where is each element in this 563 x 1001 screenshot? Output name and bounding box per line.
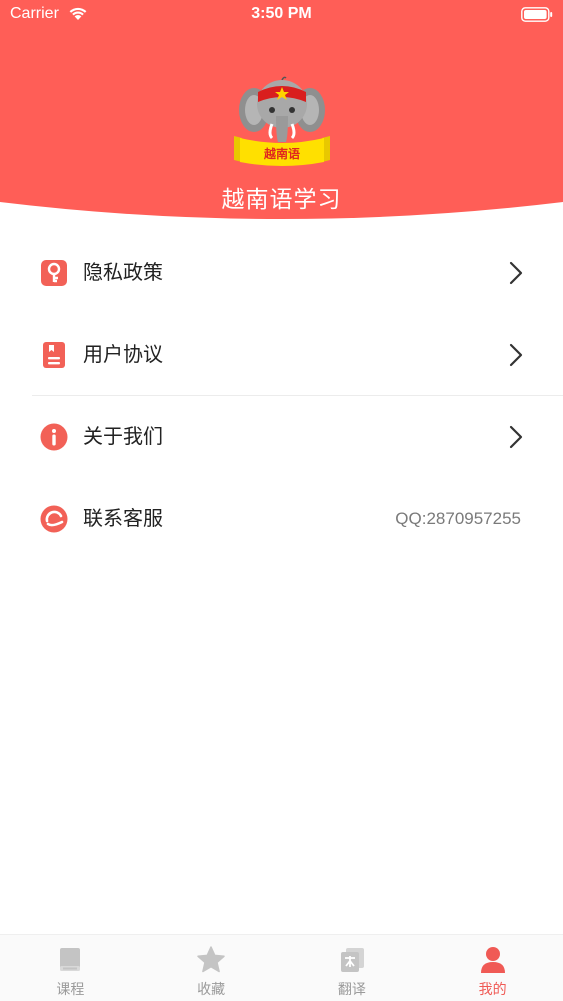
menu-item-privacy-policy[interactable]: 隐私政策 bbox=[0, 232, 563, 314]
qq-contact-value: QQ:2870957255 bbox=[395, 509, 521, 528]
tab-courses[interactable]: 课程 bbox=[0, 935, 141, 1001]
menu-item-user-agreement[interactable]: 用户协议 bbox=[0, 314, 563, 396]
translate-icon bbox=[340, 948, 364, 972]
tab-label: 课程 bbox=[56, 981, 85, 997]
status-bar: Carrier 3:50 PM bbox=[0, 0, 563, 30]
settings-menu: 隐私政策 用户协议 关于我们 联系客服 QQ:2870957255 bbox=[0, 232, 563, 560]
elephant-logo: 越南语 bbox=[234, 76, 330, 166]
tab-label: 我的 bbox=[478, 981, 507, 997]
menu-item-label: 用户协议 bbox=[83, 344, 163, 366]
tab-favorites[interactable]: 收藏 bbox=[141, 935, 282, 1001]
tab-bar: 课程 收藏 翻译 我的 bbox=[0, 934, 563, 1001]
menu-item-about-us[interactable]: 关于我们 bbox=[0, 396, 563, 478]
menu-item-label: 隐私政策 bbox=[83, 262, 163, 284]
battery-icon bbox=[521, 7, 553, 22]
info-icon bbox=[40, 423, 68, 451]
menu-item-label: 关于我们 bbox=[83, 426, 163, 448]
menu-item-label: 联系客服 bbox=[83, 508, 163, 530]
profile-header: Carrier 3:50 PM 越南语 越南语学习 bbox=[0, 0, 563, 230]
logo-text: 越南语 bbox=[263, 146, 300, 161]
chevron-right-icon bbox=[509, 343, 523, 367]
menu-item-customer-service[interactable]: 联系客服 QQ:2870957255 bbox=[0, 478, 563, 560]
tab-label: 翻译 bbox=[337, 981, 366, 997]
status-time: 3:50 PM bbox=[251, 5, 312, 22]
star-icon bbox=[197, 946, 225, 973]
tab-label: 收藏 bbox=[197, 981, 226, 997]
tab-mine[interactable]: 我的 bbox=[422, 935, 563, 1001]
app-title: 越南语学习 bbox=[221, 186, 342, 212]
tab-translate[interactable]: 翻译 bbox=[282, 935, 423, 1001]
person-icon bbox=[480, 947, 505, 973]
chevron-right-icon bbox=[509, 261, 523, 285]
headset-icon bbox=[40, 505, 68, 533]
chevron-right-icon bbox=[509, 425, 523, 449]
document-icon bbox=[43, 342, 65, 368]
key-icon bbox=[41, 260, 67, 286]
book-icon bbox=[60, 948, 81, 971]
